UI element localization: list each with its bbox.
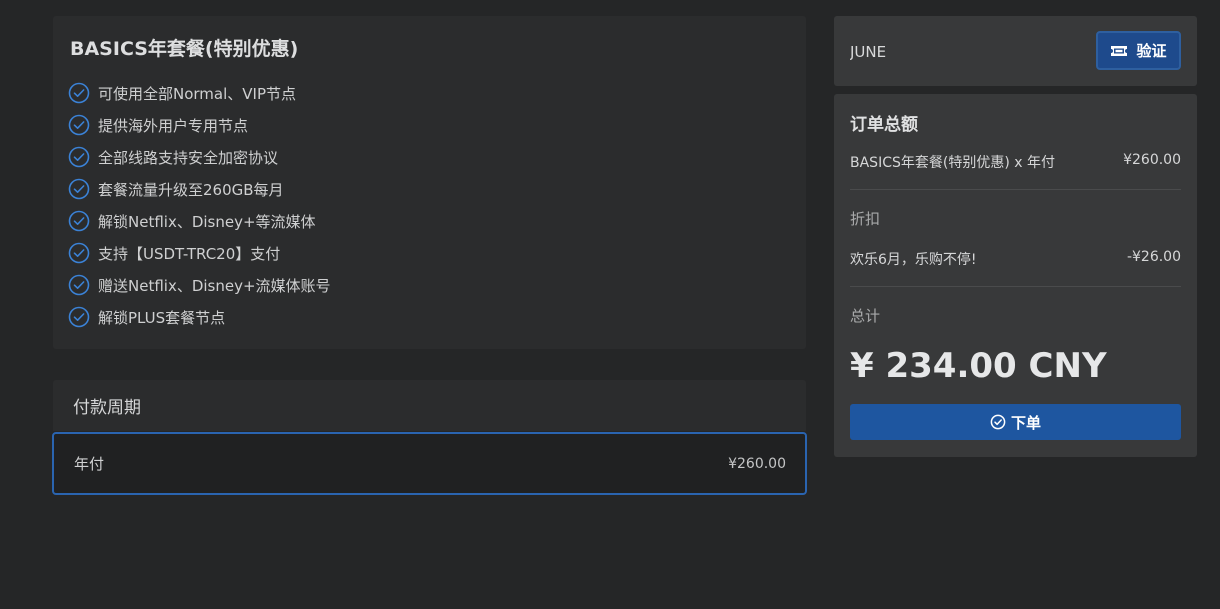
feature-item: 提供海外用户专用节点 [68,109,331,141]
feature-item: 套餐流量升级至260GB每月 [68,173,331,205]
total-label: 总计 [850,307,881,325]
place-order-button[interactable]: 下单 [850,404,1181,440]
order-summary-title: 订单总额 [850,115,918,135]
feature-text: 套餐流量升级至260GB每月 [98,180,284,199]
check-circle-icon [68,242,90,264]
discount-row: 欢乐6月，乐购不停! -¥26.00 [850,249,1181,269]
order-summary-card: 订单总额 BASICS年套餐(特别优惠) x 年付 ¥260.00 折扣 欢乐6… [834,94,1197,457]
payment-period-card: 付款周期 年付 ¥260.00 [52,380,807,497]
divider [850,286,1181,287]
order-item-label: BASICS年套餐(特别优惠) x 年付 [850,155,1055,171]
ticket-icon [1111,45,1128,56]
verify-button[interactable]: 验证 [1096,31,1181,70]
order-item-price: ¥260.00 [1123,152,1181,168]
period-option-yearly[interactable]: 年付 ¥260.00 [52,432,807,495]
feature-text: 支持【USDT-TRC20】支付 [98,244,281,263]
coupon-input[interactable] [834,16,1102,88]
check-circle-icon [68,178,90,200]
feature-text: 提供海外用户专用节点 [98,116,249,135]
period-option-name: 年付 [74,455,105,473]
period-option-price: ¥260.00 [728,455,786,472]
feature-item: 赠送Netflix、Disney+流媒体账号 [68,269,331,301]
check-circle-icon [68,114,90,136]
payment-period-header: 付款周期 [53,380,806,431]
check-circle-icon [68,274,90,296]
check-circle-icon [68,146,90,168]
feature-item: 支持【USDT-TRC20】支付 [68,237,331,269]
plan-card: BASICS年套餐(特别优惠) 可使用全部Normal、VIP节点 提供海外用户… [53,16,806,349]
feature-item: 全部线路支持安全加密协议 [68,141,331,173]
feature-item: 可使用全部Normal、VIP节点 [68,77,331,109]
feature-text: 可使用全部Normal、VIP节点 [98,84,297,103]
discount-name: 欢乐6月，乐购不停! [850,252,977,268]
verify-button-label: 验证 [1136,42,1167,60]
feature-text: 解锁Netflix、Disney+等流媒体 [98,212,316,231]
check-circle-icon [68,82,90,104]
divider [850,189,1181,190]
feature-text: 解锁PLUS套餐节点 [98,308,226,327]
checkout-page: BASICS年套餐(特别优惠) 可使用全部Normal、VIP节点 提供海外用户… [0,0,1220,609]
plan-title: BASICS年套餐(特别优惠) [70,38,299,60]
feature-item: 解锁PLUS套餐节点 [68,301,331,333]
discount-label: 折扣 [850,210,881,228]
feature-list: 可使用全部Normal、VIP节点 提供海外用户专用节点 全部线路支持安全加密协… [68,77,331,333]
coupon-card: 验证 [834,16,1197,88]
feature-item: 解锁Netflix、Disney+等流媒体 [68,205,331,237]
check-circle-icon [990,414,1006,430]
order-item-row: BASICS年套餐(特别优惠) x 年付 ¥260.00 [850,152,1181,172]
total-amount: ¥ 234.00 CNY [850,346,1107,386]
check-circle-icon [68,306,90,328]
discount-value: -¥26.00 [1126,249,1181,265]
feature-text: 全部线路支持安全加密协议 [98,148,279,167]
check-circle-icon [68,210,90,232]
place-order-label: 下单 [1010,413,1041,432]
feature-text: 赠送Netflix、Disney+流媒体账号 [98,276,331,295]
